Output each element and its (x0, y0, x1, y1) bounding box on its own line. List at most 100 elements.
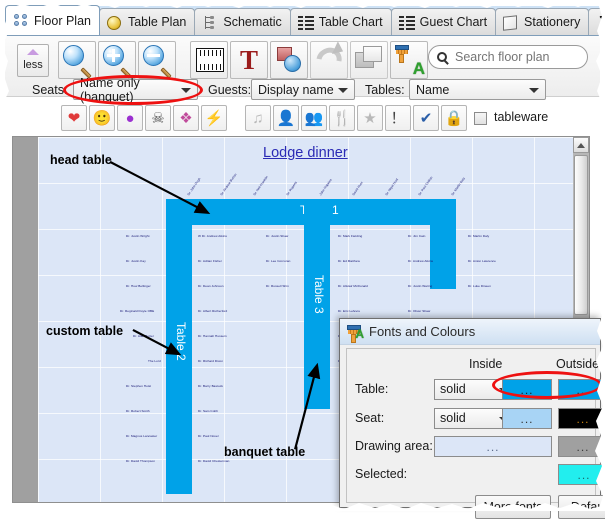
seat-label: Dr. Justin Waring (408, 284, 433, 288)
fonts-and-colours-button[interactable]: A (390, 41, 428, 79)
cutlery-symbol-button[interactable]: 🍴 (329, 105, 355, 131)
seat-label: Dr. Neil Franklin (252, 175, 269, 197)
scroll-up-button[interactable] (573, 137, 589, 153)
seat-label: John Hopkins (318, 177, 333, 197)
lock-symbol-button[interactable]: 🔒 (441, 105, 467, 131)
tables-combo-value: Name (416, 82, 450, 97)
check-symbol-button[interactable]: ✔ (413, 105, 439, 131)
tab-label: Floor Plan (34, 13, 91, 28)
selected-colour-button[interactable]: ... (558, 464, 605, 485)
seat-label: David Hunt (351, 180, 364, 197)
seat-label: W Dr. Andrew Atkins (198, 234, 227, 238)
annotation-custom-table: custom table (46, 324, 124, 338)
table-outside-colour-button[interactable]: ... (558, 379, 605, 400)
music-symbol-button[interactable]: ♫ (245, 105, 271, 131)
tab-label: Table Plan (127, 15, 187, 29)
table-3-label: Table 3 (312, 275, 326, 314)
search-box[interactable] (428, 45, 588, 69)
outside-column-header: Outside (556, 357, 600, 371)
exclamation-symbol-button[interactable]: ！ (385, 105, 411, 131)
table-row-label: Table: (355, 382, 389, 396)
zoom-fit-button[interactable] (58, 41, 96, 79)
seat-label: Dr. Alistair McDonald (338, 284, 368, 288)
seat-inside-colour-button[interactable]: ... (502, 408, 552, 429)
seat-label: Dr. Lee Corcoran (266, 259, 291, 263)
table-inside-colour-button[interactable]: ... (502, 379, 552, 400)
tab-label: Schematic (223, 15, 282, 29)
chevron-down-icon (338, 88, 348, 93)
seats-combo-value: Name only (banquet) (80, 75, 140, 104)
zoom-in-button[interactable] (98, 41, 136, 79)
dialog-title-bar[interactable]: A Fonts and Colours (340, 319, 600, 345)
redo-button[interactable] (310, 41, 348, 79)
tab-schematic[interactable]: Schematic (194, 8, 291, 35)
star-symbol-button[interactable]: ★ (357, 105, 383, 131)
tableware-label: tableware (494, 110, 549, 124)
seat-label: Dr. Stephen Hoist (126, 384, 152, 388)
zoom-fit-icon (63, 45, 84, 66)
redo-arrow-icon (331, 41, 347, 58)
page-icon (503, 14, 519, 31)
search-input[interactable] (453, 49, 573, 65)
seat-label: The Lord (148, 359, 161, 363)
tables-label: Tables: (365, 83, 405, 97)
drawing-area-outside-colour-button[interactable]: ... (558, 436, 605, 457)
seat-label: Dr. Russell Shin (266, 284, 289, 288)
seat-outside-colour-button[interactable]: ... (558, 408, 605, 429)
heart-symbol-button[interactable]: ❤ (61, 105, 87, 131)
tab-floor-plan[interactable]: Floor Plan (5, 5, 100, 35)
seat-label: Dr. Paul Chilton (417, 175, 434, 197)
tab-table-chart[interactable]: Table Chart (289, 8, 392, 35)
shapes-button[interactable] (270, 41, 308, 79)
plus-icon (107, 49, 120, 62)
layers-button[interactable] (350, 41, 388, 79)
seat-label: Dr. Barry Bastock (198, 384, 223, 388)
zoom-out-button[interactable] (138, 41, 176, 79)
letter-a-icon: A (412, 59, 425, 78)
multi-symbol-button[interactable]: ❖ (173, 105, 199, 131)
fonts-and-colours-icon (395, 45, 409, 63)
purple-face-symbol-button[interactable]: ● (117, 105, 143, 131)
tableware-checkbox[interactable] (474, 112, 487, 125)
person-symbol-button[interactable]: 👤 (273, 105, 299, 131)
tables-combo[interactable]: Name (409, 79, 546, 100)
less-button[interactable]: less (17, 44, 49, 77)
lightning-symbol-button[interactable]: ⚡ (201, 105, 227, 131)
ruler-button[interactable] (190, 41, 228, 79)
seat-label: Dr. Richard Dixon (198, 359, 224, 363)
table-2-label: Table 2 (174, 322, 188, 361)
seats-combo[interactable]: Name only (banquet) (73, 76, 198, 104)
inside-column-header: Inside (469, 357, 503, 371)
seat-label: Dr. Huw Bellinger (126, 284, 151, 288)
seat-label: Dr. Justin Wright (126, 234, 150, 238)
rows-icon (297, 15, 314, 30)
defaults-button[interactable]: Defaul (558, 495, 605, 519)
tab-summary[interactable]: Σ (588, 8, 605, 35)
group-symbol-button[interactable]: 👥 (301, 105, 327, 131)
seat-label: Dr. Andrew Burton (219, 172, 238, 197)
circle-icon (284, 55, 301, 72)
seat-label: Dr. Paul Novel (198, 434, 219, 438)
plan-title: Lodge dinner (263, 145, 348, 161)
seat-label: Dr. David Thompson (126, 459, 156, 463)
tab-guest-chart[interactable]: Guest Chart (390, 8, 497, 35)
schematic-icon (202, 15, 218, 30)
table-1-right-leg-shape[interactable] (430, 199, 456, 289)
skull-symbol-button[interactable]: ☠ (145, 105, 171, 131)
scrollbar-thumb[interactable] (574, 155, 588, 315)
seat-label: Dr. Magnus Lancaster (126, 434, 158, 438)
seat-label: Dr. Justin Kay (126, 259, 146, 263)
fonts-and-colours-dialog[interactable]: A Fonts and Colours Inside Outside Table… (339, 318, 605, 519)
seat-label: Dr. Robert Smith (126, 409, 150, 413)
tab-table-plan[interactable]: Table Plan (98, 8, 196, 35)
seat-label: Dr. Adrian Fisher (198, 259, 222, 263)
guests-label: Guests: (208, 83, 252, 97)
tab-stationery[interactable]: Stationery (495, 8, 590, 35)
table-style-value: solid (440, 382, 466, 396)
seat-label: Dr. Ruperts (285, 180, 298, 197)
text-button[interactable]: T (230, 41, 268, 79)
smiley-symbol-button[interactable]: 🙂 (89, 105, 115, 131)
more-fonts-button[interactable]: More fonts (475, 495, 551, 519)
drawing-area-inside-colour-button[interactable]: ... (434, 436, 552, 457)
guests-combo[interactable]: Display name (251, 79, 355, 100)
